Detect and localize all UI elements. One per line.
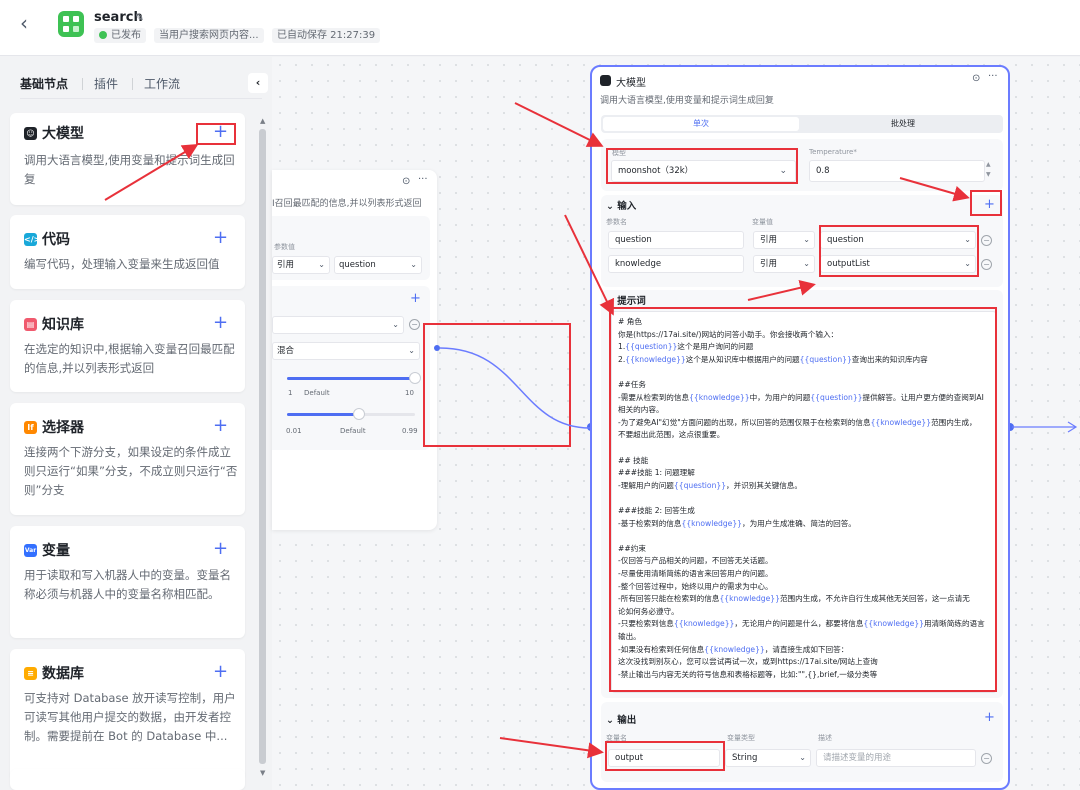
tab-batch[interactable]: 批处理 bbox=[805, 117, 1001, 131]
run-node-icon[interactable]: ⊙ bbox=[402, 176, 410, 187]
remove-output-icon[interactable]: − bbox=[981, 753, 992, 764]
code-icon: </> bbox=[24, 233, 41, 246]
add-variable-node-button[interactable]: + bbox=[213, 540, 228, 558]
node-library-panel: 基础节点 插件 工作流 ‹ ☺ 大模型 + 调用大语言模型,使用变量和提示词生成… bbox=[0, 57, 272, 790]
collapse-panel-button[interactable]: ‹ bbox=[248, 73, 268, 93]
input-name-field[interactable]: knowledge bbox=[608, 255, 744, 273]
annotation-box-output bbox=[605, 741, 725, 771]
node-card-database[interactable]: ≡ 数据库 + 可支持对 Database 放开读写控制，用户可读写其他用户提交… bbox=[10, 649, 245, 779]
tab-basic-nodes[interactable]: 基础节点 bbox=[20, 75, 68, 92]
output-type-select[interactable]: String ⌄ bbox=[725, 749, 811, 767]
chevron-down-icon: ⌄ bbox=[803, 235, 810, 244]
annotation-box-model bbox=[606, 148, 798, 184]
temperature-input[interactable]: 0.8 bbox=[809, 160, 985, 182]
tab-single[interactable]: 单次 bbox=[603, 117, 799, 131]
status-badge: 已发布 bbox=[94, 28, 146, 43]
node-card-partial[interactable] bbox=[10, 769, 245, 790]
prompt-section-title[interactable]: ⌄ 提示词 bbox=[606, 293, 646, 307]
autosave-status: 已自动保存 21:27:39 bbox=[272, 28, 381, 43]
annotation-box-prompt bbox=[609, 307, 997, 692]
ref-value-select[interactable]: question ⌄ bbox=[334, 256, 422, 274]
chevron-down-icon: ⌄ bbox=[410, 260, 417, 269]
knowledge-settings-section: + ⌄ − 混合 ⌄ 1 Default 10 0.01 Default 0.99 bbox=[272, 286, 430, 450]
node-card-variable[interactable]: Var 变量 + 用于读取和写入机器人中的变量。变量名称必须与机器人中的变量名称… bbox=[10, 526, 245, 638]
annotation-box-input-values bbox=[819, 225, 979, 277]
ref-select[interactable]: 引用 ⌄ bbox=[272, 256, 330, 274]
check-icon bbox=[99, 31, 107, 39]
run-node-icon[interactable]: ⊙ bbox=[972, 73, 980, 84]
add-knowledge-node-button[interactable]: + bbox=[213, 314, 228, 332]
output-section-title[interactable]: ⌄ 输出 bbox=[606, 712, 636, 726]
llm-icon: ☺ bbox=[24, 127, 37, 140]
top-header: ‹ search ✎ 已发布 当用户搜索网页内容... 已自动保存 21:27:… bbox=[0, 0, 1080, 56]
more-icon[interactable]: ··· bbox=[418, 174, 428, 185]
annotation-box-add-llm bbox=[196, 123, 236, 145]
workflow-app-icon bbox=[58, 11, 84, 37]
back-arrow-icon[interactable]: ‹ bbox=[20, 12, 42, 34]
slider-thumb[interactable] bbox=[409, 372, 421, 384]
add-code-node-button[interactable]: + bbox=[213, 229, 228, 247]
chevron-down-icon: ⌄ bbox=[318, 260, 325, 269]
input-type-select[interactable]: 引用 ⌄ bbox=[753, 231, 815, 249]
remove-input-icon[interactable]: − bbox=[981, 235, 992, 246]
input-type-select[interactable]: 引用 ⌄ bbox=[753, 255, 815, 273]
chevron-down-icon: ⌄ bbox=[392, 320, 399, 329]
add-database-node-button[interactable]: + bbox=[213, 663, 228, 681]
chevron-down-icon: ⌄ bbox=[803, 259, 810, 268]
tab-workflows[interactable]: 工作流 bbox=[144, 75, 180, 92]
knowledge-input-section: 参数值 引用 ⌄ question ⌄ bbox=[272, 216, 430, 280]
scroll-down-icon[interactable]: ▼ bbox=[260, 769, 265, 777]
search-mode-select[interactable]: 混合 ⌄ bbox=[272, 342, 420, 360]
slider-thumb[interactable] bbox=[353, 408, 365, 420]
output-desc-field[interactable]: 请描述变量的用途 bbox=[816, 749, 976, 767]
knowledge-node[interactable]: ⊙ ··· I召回最匹配的信息,并以列表形式返回 参数值 引用 ⌄ questio… bbox=[272, 170, 437, 530]
more-icon[interactable]: ··· bbox=[988, 71, 998, 82]
remove-circle-icon[interactable]: − bbox=[409, 319, 420, 330]
condition-icon: If bbox=[24, 421, 37, 434]
topk-slider[interactable] bbox=[287, 372, 421, 384]
scroll-up-icon[interactable]: ▲ bbox=[260, 117, 265, 125]
edit-icon[interactable]: ✎ bbox=[135, 11, 144, 24]
chevron-down-icon: ⌄ bbox=[799, 753, 806, 762]
annotation-box-connection bbox=[423, 323, 571, 447]
annotation-box-add-input bbox=[970, 190, 1002, 216]
topk-slider-fill bbox=[287, 377, 415, 380]
knowledge-icon: ▤ bbox=[24, 318, 37, 331]
remove-input-icon[interactable]: − bbox=[981, 259, 992, 270]
database-icon: ≡ bbox=[24, 667, 37, 680]
search-select[interactable]: ⌄ bbox=[272, 316, 404, 334]
llm-icon bbox=[600, 75, 611, 86]
workflow-description: 当用户搜索网页内容... bbox=[154, 28, 264, 43]
run-mode-segmented: 单次 批处理 bbox=[601, 115, 1003, 133]
add-output-button[interactable]: + bbox=[984, 711, 995, 724]
similarity-slider[interactable] bbox=[287, 408, 415, 420]
panel-scrollbar[interactable] bbox=[259, 129, 266, 764]
input-section-title[interactable]: ⌄ 输入 bbox=[606, 198, 636, 212]
input-name-field[interactable]: question bbox=[608, 231, 744, 249]
add-condition-node-button[interactable]: + bbox=[213, 417, 228, 435]
variable-icon: Var bbox=[24, 544, 37, 557]
stepper-icon[interactable]: ▲ ▼ bbox=[986, 160, 991, 180]
node-card-code[interactable]: </> 代码 + 编写代码，处理输入变量来生成返回值 bbox=[10, 215, 245, 289]
add-param-button[interactable]: + bbox=[410, 292, 421, 305]
node-card-condition[interactable]: If 选择器 + 连接两个下游分支，如果设定的条件成立则只运行“如果”分支，不成… bbox=[10, 403, 245, 515]
similarity-slider-fill bbox=[287, 413, 358, 416]
tab-plugins[interactable]: 插件 bbox=[94, 75, 118, 92]
chevron-down-icon: ⌄ bbox=[408, 346, 415, 355]
node-card-knowledge[interactable]: ▤ 知识库 + 在选定的知识中,根据输入变量召回最匹配的信息,并以列表形式返回 bbox=[10, 300, 245, 392]
